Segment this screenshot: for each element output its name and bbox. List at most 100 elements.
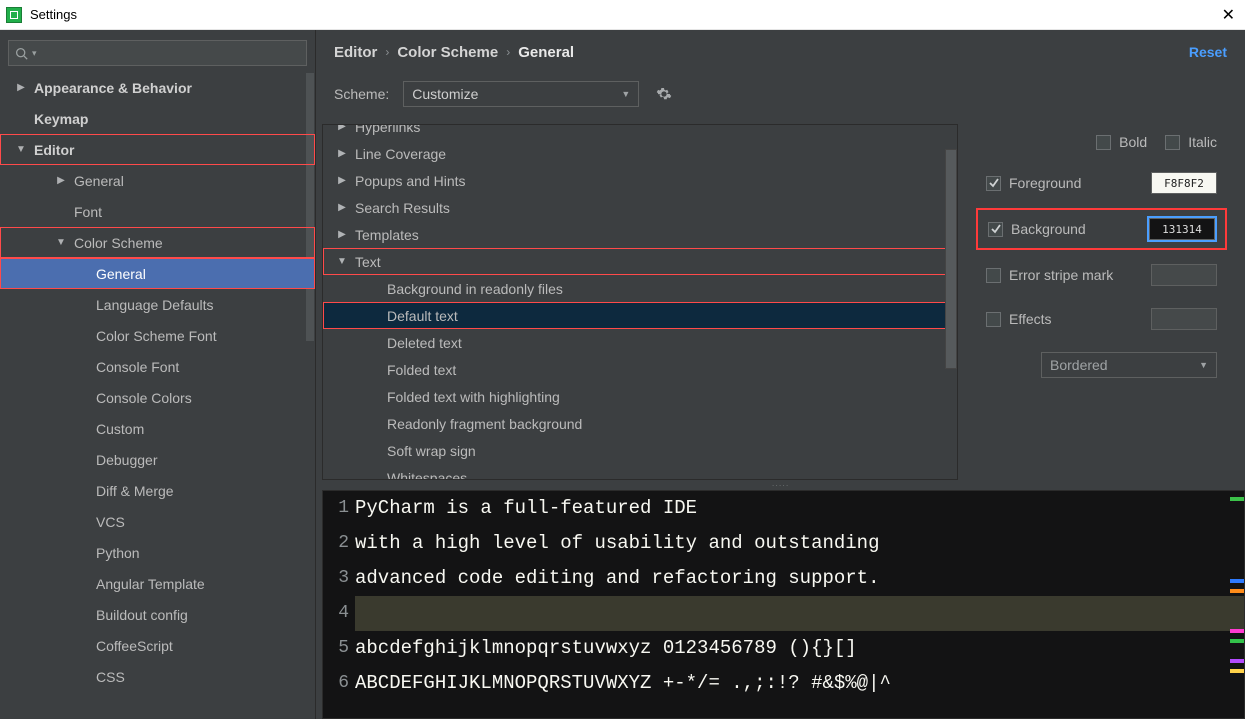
tree-item[interactable]: ▶Keymap xyxy=(0,103,315,134)
caret-down-icon: ▼ xyxy=(54,237,68,248)
option-item-label: Deleted text xyxy=(387,335,462,351)
scheme-select[interactable]: Customize ▼ xyxy=(403,81,639,107)
caret-right-icon: ▶ xyxy=(54,175,68,186)
tree-item-label: Angular Template xyxy=(96,576,205,592)
scrollbar[interactable] xyxy=(945,125,957,479)
option-item-label: Background in readonly files xyxy=(387,281,563,297)
effects-swatch[interactable] xyxy=(1151,308,1217,330)
caret-right-icon: ▶ xyxy=(335,175,349,186)
caret-right-icon: ▶ xyxy=(335,229,349,240)
tree-item-label: Editor xyxy=(34,142,74,158)
option-item[interactable]: Soft wrap sign xyxy=(323,437,957,464)
option-item-label: Popups and Hints xyxy=(355,173,466,189)
foreground-checkbox[interactable]: Foreground xyxy=(986,175,1081,191)
tree-item[interactable]: ▶Buildout config xyxy=(0,599,315,630)
tree-item[interactable]: ▶Diff & Merge xyxy=(0,475,315,506)
option-item[interactable]: ▶ Search Results xyxy=(323,194,957,221)
minimap xyxy=(1228,491,1244,718)
tree-item[interactable]: ▶Python xyxy=(0,537,315,568)
tree-item[interactable]: ▶Color Scheme Font xyxy=(0,320,315,351)
option-item-label: Readonly fragment background xyxy=(387,416,582,432)
tree-item[interactable]: ▶Appearance & Behavior xyxy=(0,72,315,103)
close-icon[interactable]: ✕ xyxy=(1218,5,1239,25)
background-color-swatch[interactable]: 131314 xyxy=(1149,218,1215,240)
option-item-label: Text xyxy=(355,254,381,270)
gutter: 123456 xyxy=(323,491,355,718)
tree-item[interactable]: ▶Console Font xyxy=(0,351,315,382)
option-tree[interactable]: ▶Hyperlinks▶Line Coverage▶Popups and Hin… xyxy=(322,124,958,480)
background-checkbox[interactable]: Background xyxy=(988,221,1086,237)
option-item-label: Hyperlinks xyxy=(355,124,420,135)
breadcrumb-general: General xyxy=(518,44,574,61)
bold-checkbox[interactable]: Bold xyxy=(1096,134,1147,150)
tree-item[interactable]: ▶Custom xyxy=(0,413,315,444)
error-stripe-checkbox[interactable]: Error stripe mark xyxy=(986,267,1113,283)
option-item-label: Soft wrap sign xyxy=(387,443,476,459)
caret-down-icon: ▼ xyxy=(14,144,28,155)
tree-item[interactable]: ▶Debugger xyxy=(0,444,315,475)
minimap-mark xyxy=(1230,639,1244,643)
effects-checkbox[interactable]: Effects xyxy=(986,311,1052,327)
tree-item[interactable]: ▼ Editor xyxy=(0,134,315,165)
search-icon xyxy=(15,47,28,60)
tree-item[interactable]: ▶VCS xyxy=(0,506,315,537)
foreground-color-swatch[interactable]: F8F8F2 xyxy=(1151,172,1217,194)
tree-item-label: Language Defaults xyxy=(96,297,214,313)
option-item[interactable]: Whitespaces xyxy=(323,464,957,480)
option-item[interactable]: Deleted text xyxy=(323,329,957,356)
tree-item[interactable]: ▶CoffeeScript xyxy=(0,630,315,661)
search-input[interactable]: ▾ xyxy=(8,40,307,66)
resize-grip[interactable]: ∙∙∙∙∙ xyxy=(316,480,1245,490)
minimap-mark xyxy=(1230,629,1244,633)
tree-item[interactable]: ▶Language Defaults xyxy=(0,289,315,320)
option-item[interactable]: Default text xyxy=(323,302,957,329)
settings-tree[interactable]: ▶Appearance & Behavior▶Keymap▼Editor▶Gen… xyxy=(0,72,315,719)
tree-item[interactable]: ▶Console Colors xyxy=(0,382,315,413)
option-item[interactable]: Readonly fragment background xyxy=(323,410,957,437)
option-item[interactable]: Background in readonly files xyxy=(323,275,957,302)
tree-item-label: Font xyxy=(74,204,102,220)
tree-item-label: Console Colors xyxy=(96,390,192,406)
titlebar: Settings ✕ xyxy=(0,0,1245,30)
code-area: PyCharm is a full-featured IDEwith a hig… xyxy=(355,491,1244,718)
tree-item[interactable]: ▶Angular Template xyxy=(0,568,315,599)
option-item[interactable]: Folded text xyxy=(323,356,957,383)
tree-item[interactable]: ▶CSS xyxy=(0,661,315,692)
reset-link[interactable]: Reset xyxy=(1189,44,1227,60)
scrollbar[interactable] xyxy=(305,72,315,342)
chevron-right-icon: › xyxy=(385,45,389,59)
property-panel: Bold Italic Foreground F8F8F2 xyxy=(958,124,1245,480)
tree-item[interactable]: ▼Color Scheme xyxy=(0,227,315,258)
tree-item-label: VCS xyxy=(96,514,125,530)
tree-item-label: Color Scheme Font xyxy=(96,328,217,344)
option-item-label: Search Results xyxy=(355,200,450,216)
tree-item-label: Custom xyxy=(96,421,144,437)
tree-item[interactable]: ▶General xyxy=(0,258,315,289)
window-title: Settings xyxy=(30,7,77,22)
minimap-mark xyxy=(1230,659,1244,663)
chevron-right-icon: › xyxy=(506,45,510,59)
breadcrumb-color-scheme[interactable]: Color Scheme xyxy=(397,44,498,61)
italic-checkbox[interactable]: Italic xyxy=(1165,134,1217,150)
tree-item[interactable]: ▶Font xyxy=(0,196,315,227)
option-item[interactable]: Folded text with highlighting xyxy=(323,383,957,410)
tree-item[interactable]: ▶General xyxy=(0,165,315,196)
option-item[interactable]: ▶Hyperlinks xyxy=(323,124,957,140)
option-item[interactable]: ▶Line Coverage xyxy=(323,140,957,167)
caret-right-icon: ▶ xyxy=(335,148,349,159)
scheme-gear-button[interactable] xyxy=(653,83,675,105)
error-stripe-swatch[interactable] xyxy=(1151,264,1217,286)
tree-item-label: Python xyxy=(96,545,140,561)
option-item[interactable]: ▶Templates xyxy=(323,221,957,248)
chevron-down-icon: ▾ xyxy=(32,48,37,59)
breadcrumb-editor[interactable]: Editor xyxy=(334,44,377,61)
effects-type-select[interactable]: Bordered ▼ xyxy=(1041,352,1217,378)
caret-right-icon: ▶ xyxy=(335,202,349,213)
chevron-down-icon: ▼ xyxy=(621,89,630,99)
option-item[interactable]: ▶ Popups and Hints xyxy=(323,167,957,194)
minimap-mark xyxy=(1230,579,1244,583)
option-item[interactable]: ▼Text xyxy=(323,248,957,275)
chevron-down-icon: ▼ xyxy=(1199,360,1208,370)
tree-item-label: Appearance & Behavior xyxy=(34,80,192,96)
tree-item-label: Buildout config xyxy=(96,607,188,623)
